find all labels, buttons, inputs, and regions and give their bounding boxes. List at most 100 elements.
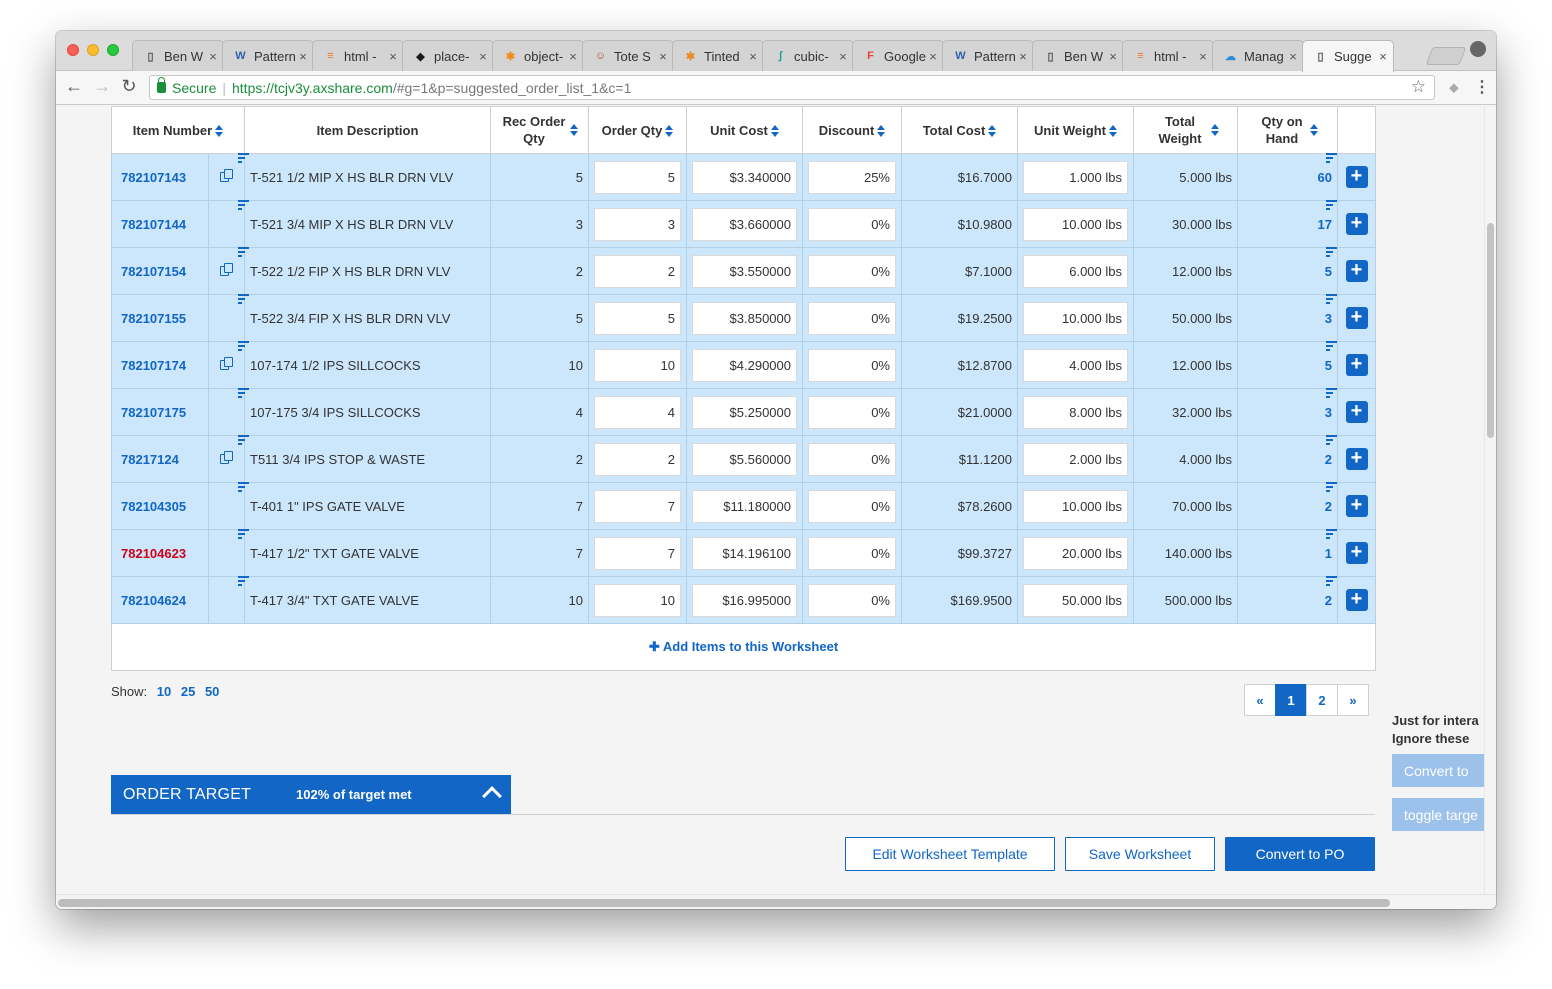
browser-tab[interactable]: ✱ object- × — [492, 40, 584, 71]
unit-cost-input[interactable]: $4.290000 — [692, 348, 797, 382]
add-items-link[interactable]: ✚ Add Items to this Worksheet — [649, 639, 838, 654]
page-prev-button[interactable]: « — [1244, 684, 1276, 716]
unit-cost-input[interactable]: $11.180000 — [692, 489, 797, 523]
reload-icon[interactable]: ↻ — [118, 76, 140, 97]
unit-cost-input[interactable]: $5.560000 — [692, 442, 797, 476]
browser-tab[interactable]: ◆ place- × — [402, 40, 494, 71]
note-icon[interactable] — [238, 341, 249, 351]
qty-on-hand-value[interactable]: 2 — [1325, 499, 1332, 514]
item-number-link[interactable]: 782107175 — [117, 405, 186, 420]
discount-input[interactable]: 0% — [808, 348, 896, 382]
order-qty-input[interactable]: 10 — [594, 583, 681, 617]
browser-tab[interactable]: ▯ Sugge × — [1302, 40, 1394, 72]
copy-icon[interactable] — [220, 356, 233, 371]
close-tab-icon[interactable]: × — [1377, 49, 1389, 64]
sort-icon[interactable] — [770, 124, 779, 138]
page-2-button[interactable]: 2 — [1306, 684, 1338, 716]
note-icon[interactable] — [238, 482, 249, 492]
close-tab-icon[interactable]: × — [1287, 49, 1299, 64]
browser-tab[interactable]: W Pattern × — [222, 40, 314, 71]
browser-tab[interactable]: ✱ Tinted × — [672, 40, 764, 71]
unit-weight-input[interactable]: 10.000 lbs — [1023, 489, 1128, 523]
page-1-button[interactable]: 1 — [1275, 684, 1307, 716]
col-item-number[interactable]: Item Number — [111, 106, 245, 154]
col-order-qty[interactable]: Order Qty — [588, 106, 687, 154]
order-qty-input[interactable]: 10 — [594, 348, 681, 382]
plus-icon[interactable]: + — [1345, 260, 1368, 282]
note-icon[interactable] — [238, 294, 249, 304]
note-icon[interactable] — [1326, 576, 1337, 586]
note-icon[interactable] — [238, 247, 249, 257]
unit-cost-input[interactable]: $14.196100 — [692, 536, 797, 570]
discount-input[interactable]: 0% — [808, 489, 896, 523]
discount-input[interactable]: 0% — [808, 442, 896, 476]
plus-icon[interactable]: + — [1345, 354, 1368, 376]
close-tab-icon[interactable]: × — [657, 49, 669, 64]
profile-icon[interactable] — [1470, 41, 1486, 57]
sort-icon[interactable] — [570, 123, 578, 137]
copy-icon[interactable] — [220, 262, 233, 277]
save-worksheet-button[interactable]: Save Worksheet — [1065, 837, 1215, 871]
page-size-10[interactable]: 10 — [157, 684, 171, 699]
unit-weight-input[interactable]: 1.000 lbs — [1023, 160, 1128, 194]
browser-tab[interactable]: F Google × — [852, 40, 944, 71]
plus-icon[interactable]: + — [1345, 589, 1368, 611]
extension-icon[interactable]: ⬥ — [1449, 79, 1459, 96]
col-total-cost[interactable]: Total Cost — [901, 106, 1018, 154]
chevron-up-icon[interactable] — [482, 786, 502, 806]
unit-cost-input[interactable]: $3.550000 — [692, 254, 797, 288]
plus-icon[interactable]: + — [1345, 307, 1368, 329]
vertical-scroll-thumb[interactable] — [1487, 223, 1494, 438]
vertical-scrollbar[interactable] — [1484, 106, 1496, 894]
close-tab-icon[interactable]: × — [1017, 49, 1029, 64]
new-tab-button[interactable] — [1425, 47, 1467, 65]
sort-icon[interactable] — [665, 124, 674, 138]
order-qty-input[interactable]: 7 — [594, 489, 681, 523]
order-qty-input[interactable]: 4 — [594, 395, 681, 429]
discount-input[interactable]: 0% — [808, 254, 896, 288]
col-total-weight[interactable]: Total Weight — [1133, 106, 1238, 154]
order-qty-input[interactable]: 2 — [594, 254, 681, 288]
plus-icon[interactable]: + — [1345, 401, 1368, 423]
sort-icon[interactable] — [1211, 123, 1219, 137]
note-icon[interactable] — [238, 435, 249, 445]
item-number-link[interactable]: 782104623 — [117, 546, 186, 561]
qty-on-hand-value[interactable]: 17 — [1318, 217, 1332, 232]
unit-weight-input[interactable]: 50.000 lbs — [1023, 583, 1128, 617]
order-qty-input[interactable]: 2 — [594, 442, 681, 476]
unit-weight-input[interactable]: 8.000 lbs — [1023, 395, 1128, 429]
item-number-link[interactable]: 78217124 — [117, 452, 179, 467]
address-bar[interactable]: Secure | https://tcjv3y.axshare.com /#g=… — [149, 75, 1435, 100]
item-number-link[interactable]: 782107174 — [117, 358, 186, 373]
note-icon[interactable] — [238, 200, 249, 210]
note-icon[interactable] — [238, 388, 249, 398]
order-qty-input[interactable]: 5 — [594, 160, 681, 194]
order-target-panel[interactable]: ORDER TARGET 102% of target met — [111, 775, 511, 814]
browser-tab[interactable]: ∫ cubic- × — [762, 40, 854, 71]
item-number-link[interactable]: 782107143 — [117, 170, 186, 185]
close-tab-icon[interactable]: × — [297, 49, 309, 64]
close-tab-icon[interactable]: × — [567, 49, 579, 64]
browser-tab[interactable]: ≡ html - × — [312, 40, 404, 71]
col-unit-weight[interactable]: Unit Weight — [1017, 106, 1134, 154]
sort-icon[interactable] — [1108, 124, 1117, 138]
close-tab-icon[interactable]: × — [207, 49, 219, 64]
note-icon[interactable] — [1326, 153, 1337, 163]
edit-worksheet-template-button[interactable]: Edit Worksheet Template — [845, 837, 1055, 871]
browser-tab[interactable]: ☺ Tote S × — [582, 40, 674, 71]
copy-icon[interactable] — [220, 168, 233, 183]
convert-to-po-button[interactable]: Convert to PO — [1225, 837, 1375, 871]
plus-icon[interactable]: + — [1345, 166, 1368, 188]
sort-icon[interactable] — [1310, 123, 1318, 137]
qty-on-hand-value[interactable]: 3 — [1325, 405, 1332, 420]
unit-cost-input[interactable]: $16.995000 — [692, 583, 797, 617]
unit-cost-input[interactable]: $3.850000 — [692, 301, 797, 335]
unit-weight-input[interactable]: 6.000 lbs — [1023, 254, 1128, 288]
minimize-window-button[interactable] — [87, 44, 99, 56]
item-number-link[interactable]: 782104305 — [117, 499, 186, 514]
close-tab-icon[interactable]: × — [1197, 49, 1209, 64]
sort-icon[interactable] — [877, 124, 886, 138]
note-icon[interactable] — [238, 529, 249, 539]
browser-tab[interactable]: ▯ Ben W × — [132, 40, 224, 71]
page-size-50[interactable]: 50 — [205, 684, 219, 699]
